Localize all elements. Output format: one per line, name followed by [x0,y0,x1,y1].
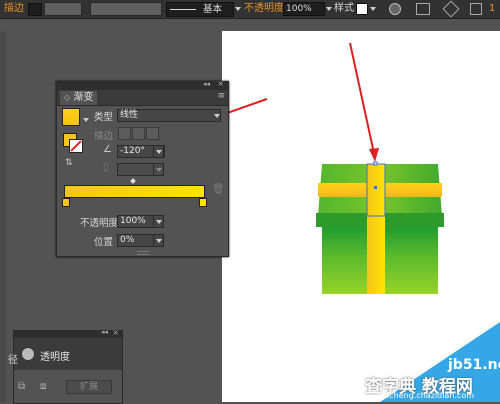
pathfinder-minus-icon[interactable]: ⧈ [40,381,46,392]
type-dropdown[interactable]: 线性 [117,109,221,122]
reverse-icon[interactable]: ⇅ [65,158,73,168]
aspect-ratio-field[interactable] [117,163,155,176]
collapse-icon[interactable]: ◂◂ [203,80,210,88]
type-label: 类型 [94,112,114,123]
style-label: 样式 [334,3,354,14]
ribbon-vertical [367,164,385,294]
stroke-weight-field[interactable] [44,2,82,16]
panel-menu-icon[interactable]: ≡ [217,91,225,101]
angle-dropdown-button[interactable] [153,145,164,158]
stroke-label[interactable]: 描边 [4,0,24,18]
gradient-swatch-icon[interactable] [62,108,80,126]
resize-grip[interactable] [137,251,149,255]
watermark-url: jiaocheng.chazidian.com [375,391,475,400]
close-icon[interactable]: × [217,79,224,88]
panel-drag-strip[interactable]: ◂◂ × [57,79,228,90]
no-stroke-slash [70,140,82,152]
opacity-field[interactable]: 100% [283,2,325,16]
pathfinder-unite-icon[interactable]: ⧉ [18,381,25,392]
watermark-site: jb51.net [448,357,500,373]
aspect-dropdown-button[interactable] [153,163,164,176]
color-stop-end[interactable] [199,198,207,207]
chevron-down-icon[interactable] [326,7,332,11]
stroke-style-dropdown[interactable]: 基本 [166,2,234,17]
stroke-apply-along-icon[interactable] [132,127,145,140]
chevron-down-icon[interactable] [370,7,376,11]
stroke-label: 描边 [94,131,114,142]
tab-gradient-label: 渐变 [73,92,94,103]
gradient-slider[interactable] [64,185,205,198]
stroke-swatch-icon[interactable] [69,139,83,153]
panel-tab-row: ◇ 渐变 ≡ [57,90,228,106]
stroke-apply-across-icon[interactable] [146,127,159,140]
chevron-down-icon[interactable] [214,114,220,118]
tab-gradient[interactable]: ◇ 渐变 [60,91,98,105]
chevron-down-icon[interactable] [83,118,89,122]
tool-panel-edge [0,31,6,402]
stroke-line-preview [170,9,196,10]
color-stop-start[interactable] [62,198,70,207]
recolor-icon[interactable] [389,3,401,15]
transform-icon[interactable] [442,0,460,18]
variable-width-field[interactable] [90,2,162,16]
stop-opacity-label: 不透明度 [80,218,119,229]
tab-transparency-label[interactable]: 透明度 [40,348,70,363]
expand-button[interactable]: 扩展 [66,380,112,394]
stroke-apply-within-icon[interactable] [118,127,131,140]
midpoint-diamond[interactable] [130,178,136,184]
arrow-annotation [349,42,376,159]
gradient-tab-icon: ◇ [64,93,71,102]
stop-location-field[interactable]: 0% [117,234,155,247]
gradient-panel: ◂◂ × ◇ 渐变 ≡ 类型 线性 描边 ⇅ ∠ -120° ▯ 🗑 不透明度 … [56,79,229,257]
close-icon[interactable]: × [112,328,119,337]
tab-stroke-partial[interactable]: 径 [8,351,18,366]
location-dropdown-button[interactable] [153,234,164,247]
selection-center-point [374,186,377,189]
collapse-icon[interactable]: ◂◂ [101,328,108,336]
menu-overflow-text: 1 [489,3,496,14]
angle-icon: ∠ [103,144,112,155]
chevron-down-icon[interactable] [235,7,241,11]
align-icon[interactable] [416,3,430,15]
selection-handle[interactable] [373,161,378,166]
transparency-panel: ◂◂ × 径 透明度 ⧉ ⧈ 扩展 [8,328,123,404]
style-swatch[interactable] [356,3,368,15]
opacity-label[interactable]: 不透明度 [244,0,284,18]
aspect-icon: ▯ [103,162,109,173]
arrow-annotation-head [369,148,379,162]
transparency-icon [21,347,35,361]
stop-opacity-field[interactable]: 100% [117,215,155,228]
control-bar: 描边 基本 不透明度 100% 样式 1 [0,0,500,19]
stop-location-label: 位置 [94,237,114,248]
stroke-style-value: 基本 [203,4,223,15]
panel-tab-row: 径 透明度 [8,338,122,370]
panel-drag-strip[interactable]: ◂◂ × [14,328,122,338]
opacity-dropdown-button[interactable] [153,215,164,228]
stroke-color-swatch[interactable] [28,3,42,16]
trash-icon[interactable]: 🗑 [212,184,225,195]
more-icon[interactable] [470,3,482,15]
